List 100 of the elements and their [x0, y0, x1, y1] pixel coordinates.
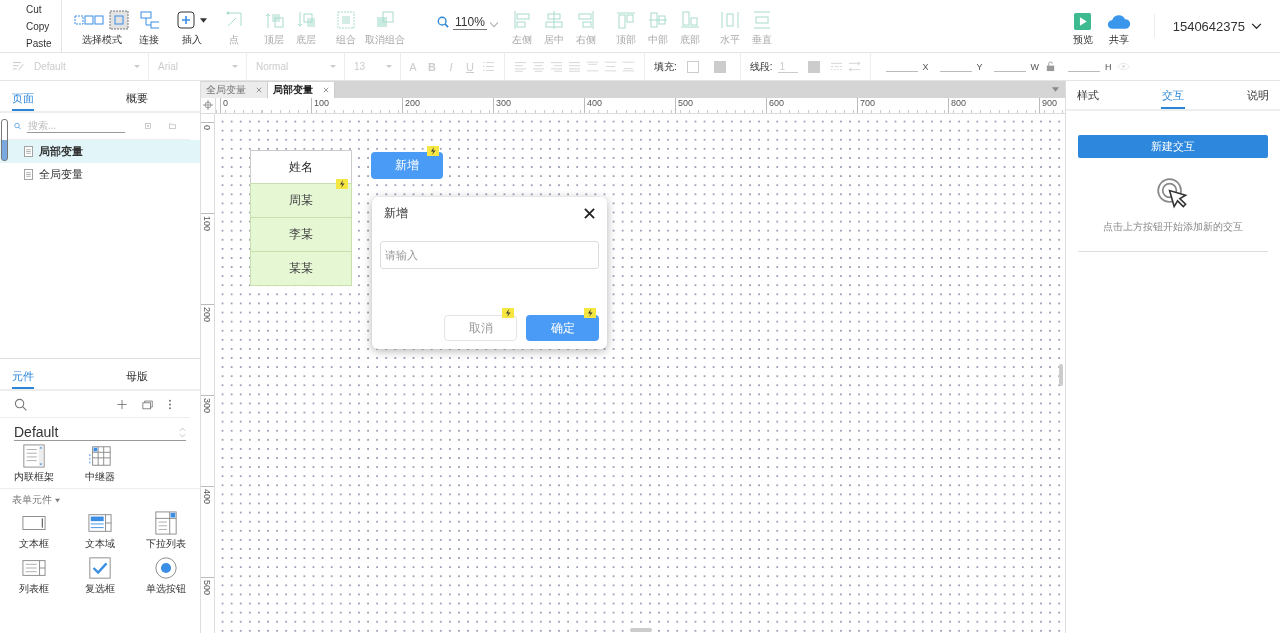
document-tab[interactable]: 局部变量: [268, 82, 335, 98]
repeater-icon: [88, 444, 112, 468]
coordinate-label: W: [1030, 61, 1040, 72]
coordinate-label: H: [1105, 61, 1112, 72]
vertical-align-icon: [604, 61, 617, 72]
caret-icon: [200, 17, 207, 23]
widget-item[interactable]: 单选按钮: [133, 553, 199, 598]
panel-tab[interactable]: 页面: [12, 91, 34, 111]
stack-icon[interactable]: [142, 398, 154, 410]
close-icon[interactable]: [584, 207, 595, 219]
eye-icon: [1116, 61, 1130, 72]
toolbar-button[interactable]: 连接: [134, 0, 164, 52]
page-icon: [24, 146, 33, 157]
more-icon[interactable]: [168, 398, 172, 410]
cloud-icon: [1106, 12, 1131, 30]
toolbar-button[interactable]: 插入: [174, 0, 209, 52]
page-icon: [24, 169, 33, 180]
chevron-down-icon: [1251, 22, 1262, 30]
line-color-swatch[interactable]: [807, 60, 820, 73]
dash-style-icon: [829, 61, 843, 72]
add-button[interactable]: 新增: [371, 152, 443, 179]
table-cell: 李某: [250, 217, 352, 252]
account-menu[interactable]: 1540642375: [1172, 0, 1280, 52]
page-item[interactable]: 局部变量: [0, 140, 200, 163]
widget-item[interactable]: 中继器: [67, 441, 133, 486]
zoom-dropdown[interactable]: 110%: [437, 0, 497, 52]
panel-tab[interactable]: 概要: [74, 91, 200, 111]
vertical-align-icon: [586, 61, 599, 72]
widget-item[interactable]: 文本框: [1, 508, 67, 553]
panel-tab[interactable]: 说明: [1246, 88, 1270, 109]
hint-text: 点击上方按钮开始添加新的交互: [1103, 220, 1243, 234]
layer-down-icon: [296, 10, 316, 30]
add-page-icon[interactable]: [145, 121, 151, 131]
select-mode-icon: [74, 10, 130, 30]
vertical-align-icon: [622, 61, 635, 72]
vertical-ruler: 0 100 200 300 400 500: [201, 114, 215, 633]
dropdown-list-icon: [154, 511, 178, 535]
connector-icon: [139, 10, 159, 30]
fill-color-swatch[interactable]: [686, 60, 699, 73]
confirm-button[interactable]: 确定: [526, 315, 599, 341]
search-icon: [437, 16, 449, 28]
distribute-vertical-icon: [751, 10, 772, 30]
fill-label: 填充:: [654, 59, 677, 74]
folder-icon[interactable]: [168, 121, 176, 131]
shadow-swatch[interactable]: [713, 60, 726, 73]
radio-button-icon: [154, 556, 178, 580]
arrow-style-icon: [847, 61, 861, 72]
widget-item[interactable]: 复选框: [67, 553, 133, 598]
align-bottom-icon: [679, 10, 700, 30]
widget-item[interactable]: 内联框架: [1, 441, 67, 486]
style-icon: [12, 61, 25, 72]
caret-icon: [55, 497, 60, 503]
clipboard-button[interactable]: Copy: [0, 17, 61, 35]
panel-tab[interactable]: 交互: [1161, 88, 1185, 109]
panel-tab[interactable]: 样式: [1076, 88, 1100, 109]
panel-tab[interactable]: 元件: [12, 369, 34, 389]
scrollbar[interactable]: [630, 628, 652, 632]
toolbar-button[interactable]: 共享: [1101, 0, 1136, 52]
text-area-icon: [88, 511, 112, 535]
plus-icon[interactable]: [116, 398, 128, 410]
page-item[interactable]: 全局变量: [0, 163, 200, 186]
line-label: 线段:: [749, 59, 773, 74]
clipboard-button[interactable]: Paste: [0, 34, 61, 52]
toolbar-button[interactable]: 预览: [1065, 0, 1100, 52]
library-dropdown[interactable]: Default: [14, 420, 186, 441]
group-icon: [336, 10, 356, 30]
toolbar-button[interactable]: 选择模式: [72, 0, 132, 52]
distribute-horizontal-icon: [719, 10, 740, 30]
section-header[interactable]: 表单元件: [0, 489, 72, 508]
align-left-icon: [511, 10, 532, 30]
coordinate-label: X: [922, 61, 929, 72]
table-cell: 某某: [250, 251, 352, 286]
ungroup-icon: [375, 10, 395, 30]
search-field[interactable]: 搜索...: [27, 119, 126, 133]
table-header: 姓名: [250, 150, 352, 184]
play-icon: [1074, 13, 1092, 30]
text-align-icon: [532, 61, 545, 72]
align-center-icon: [543, 10, 564, 30]
scrollbar[interactable]: [1059, 364, 1063, 386]
click-pointer-icon: [1157, 178, 1189, 210]
horizontal-ruler: 0 100 200 300 400 500 600 700 800 900: [215, 98, 1065, 113]
list-icon: [482, 61, 495, 72]
align-top-icon: [615, 10, 636, 30]
new-interaction-button[interactable]: 新建交互: [1078, 135, 1268, 158]
search-icon: [14, 120, 22, 132]
crosshair-icon: [203, 100, 213, 110]
scrollbar[interactable]: [1, 119, 8, 161]
input-field[interactable]: 请输入: [380, 241, 599, 269]
panel-tab[interactable]: 母版: [74, 369, 200, 389]
text-align-icon: [568, 61, 581, 72]
search-icon[interactable]: [14, 397, 27, 411]
widget-item[interactable]: 下拉列表: [133, 508, 199, 553]
plus-icon: [176, 10, 196, 30]
align-right-icon: [575, 10, 596, 30]
widget-item[interactable]: 文本域: [67, 508, 133, 553]
caret-icon[interactable]: [1052, 87, 1059, 92]
inline-frame-icon: [22, 444, 46, 468]
document-tab[interactable]: 全局变量: [201, 82, 268, 98]
clipboard-button[interactable]: Cut: [0, 0, 61, 18]
widget-item[interactable]: 列表框: [1, 553, 67, 598]
